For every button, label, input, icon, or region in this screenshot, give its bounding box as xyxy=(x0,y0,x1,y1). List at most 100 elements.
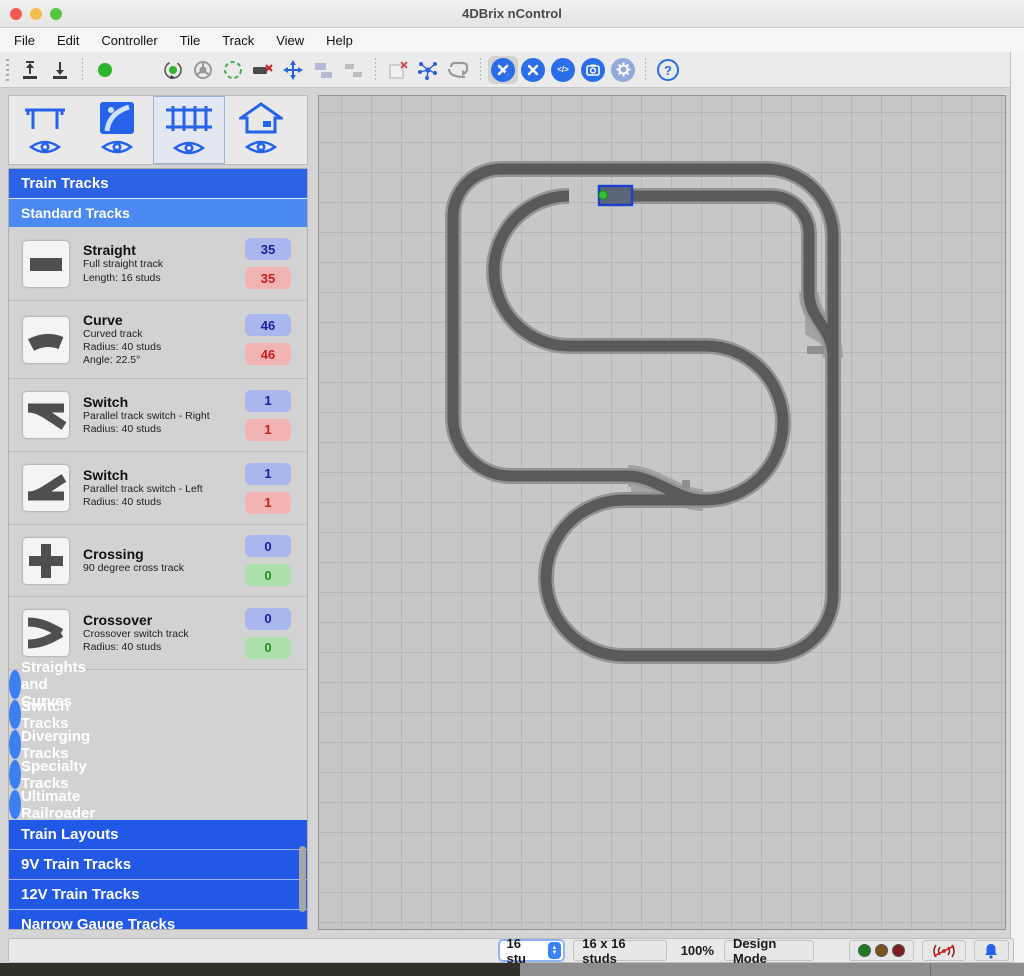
code-button[interactable]: </> xyxy=(548,56,578,84)
tools-button[interactable] xyxy=(518,56,548,84)
selected-track-piece[interactable] xyxy=(599,186,632,205)
tool-monorail[interactable] xyxy=(81,96,153,164)
status-bar: 16 stu ▲▼ 16 x 16 studs 100% Design Mode xyxy=(8,938,1014,963)
category-12v-train-tracks[interactable]: 12V Train Tracks xyxy=(9,880,307,910)
menu-file[interactable]: File xyxy=(14,33,35,48)
item-title: Straight xyxy=(83,242,245,258)
house-icon xyxy=(239,101,283,135)
record-icon xyxy=(94,59,116,81)
item-desc: Length: 16 studs xyxy=(83,272,245,285)
item-title: Crossover xyxy=(83,612,245,628)
item-desc: Radius: 40 studs xyxy=(83,641,245,654)
settings-button[interactable] xyxy=(608,56,638,84)
move-button[interactable] xyxy=(278,56,308,84)
monorail-tools-icon xyxy=(491,58,515,82)
rotate-button[interactable] xyxy=(158,56,188,84)
palette-subheader[interactable]: Standard Tracks xyxy=(9,199,307,227)
menu-bar: File Edit Controller Tile Track View Hel… xyxy=(0,28,1024,52)
menu-edit[interactable]: Edit xyxy=(57,33,79,48)
camera-button[interactable] xyxy=(578,56,608,84)
record-button[interactable] xyxy=(90,56,120,84)
item-desc: Crossover switch track xyxy=(83,628,245,641)
tile-dimensions-label: 16 x 16 studs xyxy=(573,940,666,961)
category-train-layouts[interactable]: Train Layouts xyxy=(9,820,307,850)
clear-page-button[interactable] xyxy=(383,56,413,84)
category-diverging-tracks[interactable]: Diverging Tracks xyxy=(9,730,21,760)
tile-size-stepper[interactable]: 16 stu ▲▼ xyxy=(498,939,566,962)
layer-toolbox xyxy=(8,95,308,165)
palette-item-curve[interactable]: Curve Curved track Radius: 40 studs Angl… xyxy=(9,301,307,379)
wheel-icon xyxy=(192,59,214,81)
align-tracks-button[interactable] xyxy=(338,56,368,84)
status-dot-amber xyxy=(875,944,888,957)
curve-thumbnail xyxy=(23,317,69,363)
menu-view[interactable]: View xyxy=(276,33,304,48)
count-badge-available: 46 xyxy=(245,314,291,336)
menu-track[interactable]: Track xyxy=(222,33,254,48)
import-button[interactable] xyxy=(15,56,45,84)
dashed-circle-button[interactable] xyxy=(218,56,248,84)
count-badge-used: 0 xyxy=(245,637,291,659)
toolbar-drag-handle[interactable] xyxy=(6,59,9,81)
tool-track[interactable] xyxy=(153,96,225,164)
tool-buildings[interactable] xyxy=(225,96,297,164)
visibility-eye-icon[interactable] xyxy=(28,137,62,157)
menu-controller[interactable]: Controller xyxy=(101,33,157,48)
visibility-eye-icon[interactable] xyxy=(244,137,278,157)
count-badge-used: 0 xyxy=(245,564,291,586)
network-icon xyxy=(417,59,439,81)
code-icon: </> xyxy=(551,58,575,82)
track-icon xyxy=(163,102,215,136)
item-desc: Radius: 40 studs xyxy=(83,423,245,436)
crossing-thumbnail xyxy=(23,538,69,584)
notifications[interactable] xyxy=(974,940,1009,961)
category-9v-train-tracks[interactable]: 9V Train Tracks xyxy=(9,850,307,880)
visibility-eye-icon[interactable] xyxy=(100,137,134,157)
item-desc: Curved track xyxy=(83,328,245,341)
layout-canvas[interactable] xyxy=(318,95,1006,930)
align-tracks-icon xyxy=(342,59,364,81)
network-button[interactable] xyxy=(413,56,443,84)
loop-icon xyxy=(446,59,470,81)
zoom-level: 100% xyxy=(681,943,714,958)
stepper-arrows-icon[interactable]: ▲▼ xyxy=(548,942,562,959)
category-specialty-tracks[interactable]: Specialty Tracks xyxy=(9,760,21,790)
count-badge-available: 35 xyxy=(245,238,291,260)
category-narrow-gauge-tracks[interactable]: Narrow Gauge Tracks xyxy=(9,910,307,930)
help-button[interactable]: ? xyxy=(653,56,683,84)
switch-right-thumbnail xyxy=(23,392,69,438)
category-straights-and-curves[interactable]: Straights and Curves xyxy=(9,670,21,700)
monorail-tools-button[interactable] xyxy=(488,56,518,84)
item-desc: Full straight track xyxy=(83,258,245,271)
menu-help[interactable]: Help xyxy=(326,33,353,48)
category-switch-tracks[interactable]: Switch Tracks xyxy=(9,700,21,730)
palette-item-crossing[interactable]: Crossing 90 degree cross track 0 0 xyxy=(9,525,307,597)
signal-status[interactable] xyxy=(922,940,966,961)
item-desc: 90 degree cross track xyxy=(83,562,245,575)
count-badge-available: 0 xyxy=(245,535,291,557)
switch-motor-stub[interactable] xyxy=(807,346,824,354)
item-desc: Radius: 40 studs xyxy=(83,496,245,509)
remove-train-icon xyxy=(252,59,274,81)
palette-item-straight[interactable]: Straight Full straight track Length: 16 … xyxy=(9,227,307,301)
wheel-button[interactable] xyxy=(188,56,218,84)
move-icon xyxy=(282,59,304,81)
crossover-thumbnail xyxy=(23,610,69,656)
align-tiles-button[interactable] xyxy=(308,56,338,84)
visibility-eye-icon[interactable] xyxy=(172,138,206,158)
palette-item-switch-left[interactable]: Switch Parallel track switch - Left Radi… xyxy=(9,452,307,525)
category-ultimate-railroader[interactable]: Ultimate Railroader xyxy=(9,790,21,820)
palette-scrollbar[interactable] xyxy=(299,846,306,912)
mode-indicator[interactable]: Design Mode xyxy=(724,940,814,961)
tool-supports[interactable] xyxy=(9,96,81,164)
menu-tile[interactable]: Tile xyxy=(180,33,200,48)
count-badge-available: 1 xyxy=(245,463,291,485)
palette-item-switch-right[interactable]: Switch Parallel track switch - Right Rad… xyxy=(9,379,307,452)
tools-icon xyxy=(521,58,545,82)
loop-button[interactable] xyxy=(443,56,473,84)
item-title: Crossing xyxy=(83,546,245,562)
remove-train-button[interactable] xyxy=(248,56,278,84)
title-bar: 4DBrix nControl xyxy=(0,0,1024,28)
palette-header[interactable]: Train Tracks xyxy=(9,169,307,199)
export-button[interactable] xyxy=(45,56,75,84)
